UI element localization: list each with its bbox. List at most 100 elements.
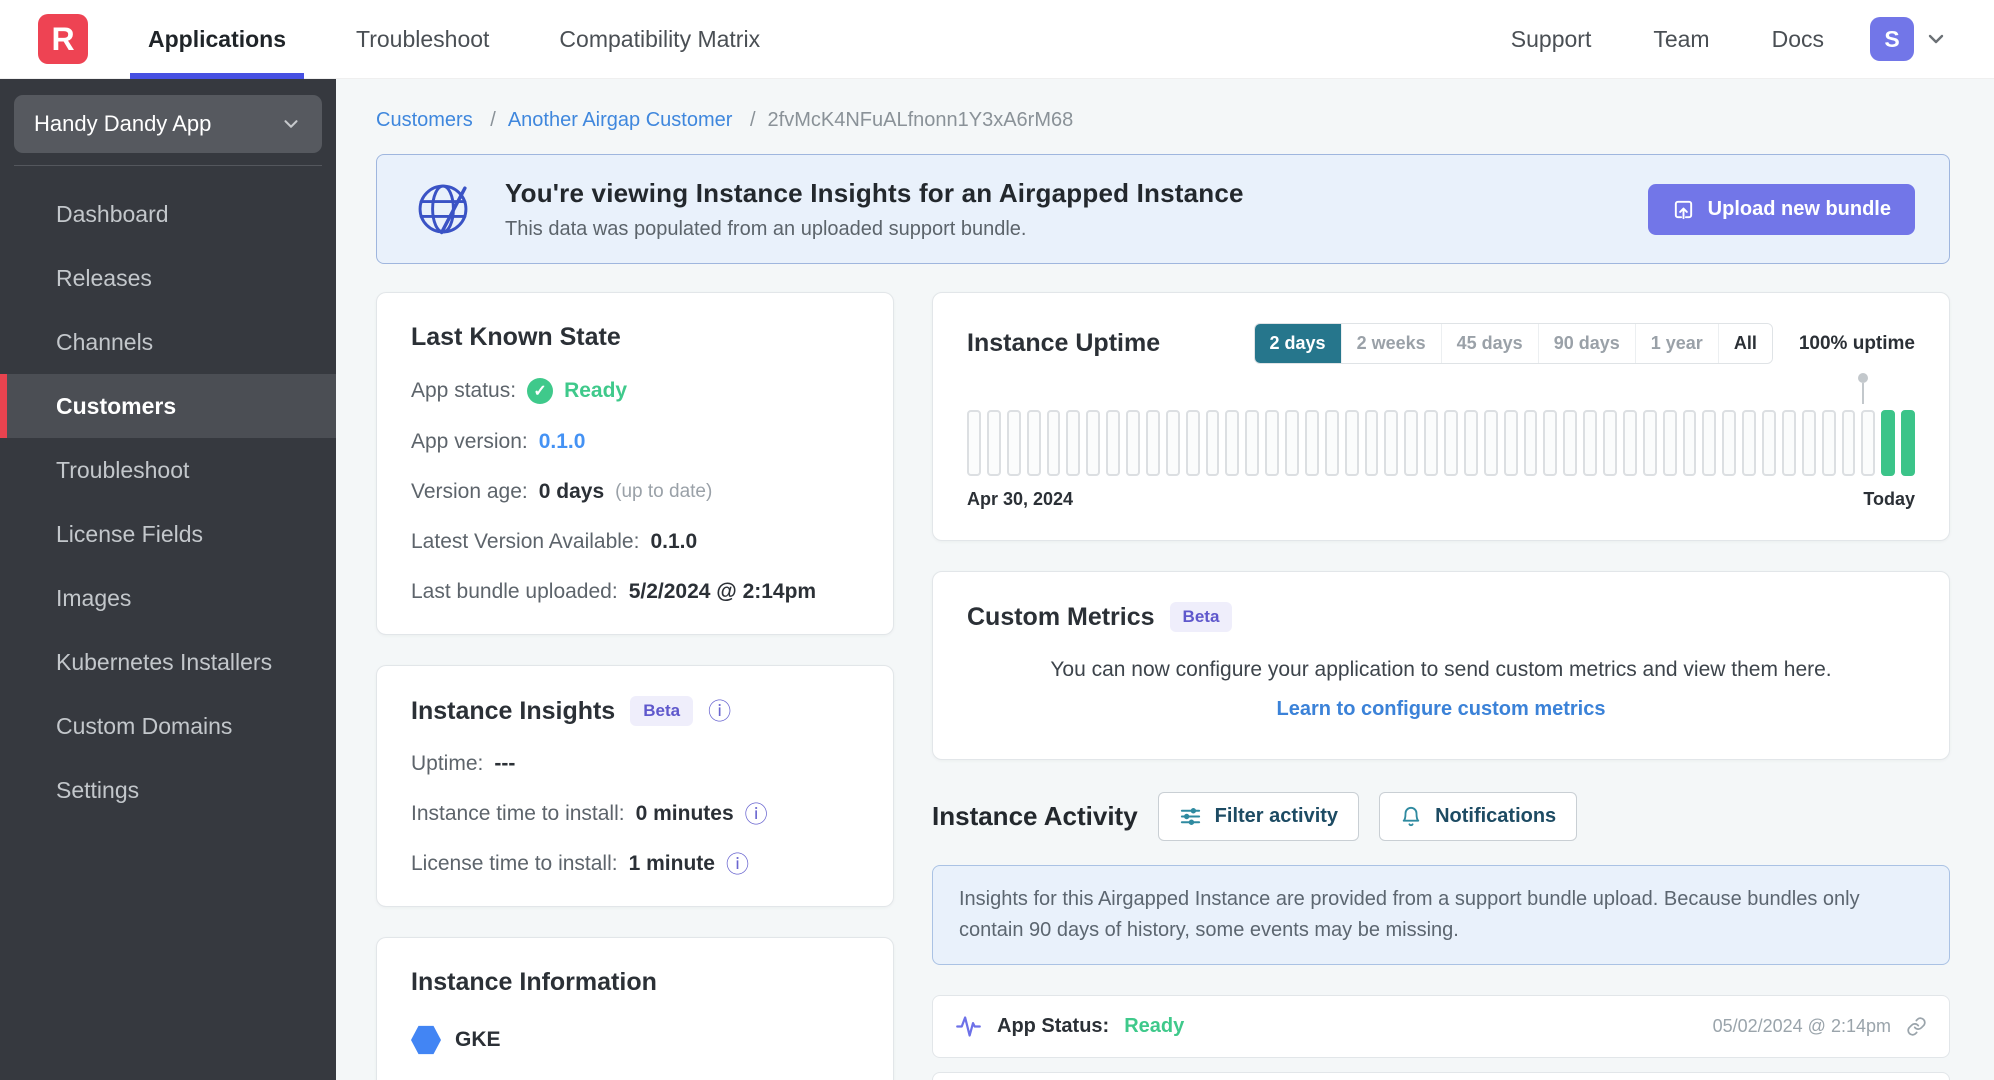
uptime-bar[interactable] <box>1662 410 1677 476</box>
info-icon[interactable]: ⓘ <box>726 852 749 876</box>
row-value[interactable]: 0.1.0 <box>539 430 586 454</box>
uptime-bar[interactable] <box>1006 410 1021 476</box>
sidebar-item[interactable]: Customers <box>0 374 336 438</box>
time-range-pill[interactable]: 2 days <box>1254 324 1342 363</box>
sidebar-item[interactable]: Kubernetes Installers <box>0 630 336 694</box>
upload-new-bundle-button[interactable]: Upload new bundle <box>1647 183 1915 235</box>
nav-item[interactable]: Docs <box>1770 0 1826 79</box>
uptime-bar[interactable] <box>1205 410 1220 476</box>
row-value: 5/2/2024 @ 2:14pm <box>628 580 817 603</box>
uptime-bar[interactable] <box>1404 410 1419 476</box>
sidebar-item[interactable]: License Fields <box>0 502 336 566</box>
sidebar-item[interactable]: Channels <box>0 310 336 374</box>
uptime-bar[interactable] <box>1444 410 1458 476</box>
chevron-down-icon <box>280 113 302 135</box>
breadcrumb-item[interactable]: Customers <box>376 109 473 131</box>
replicated-logo[interactable]: R <box>38 14 88 64</box>
uptime-bar[interactable] <box>1742 410 1756 476</box>
nav-item[interactable]: Support <box>1509 0 1594 79</box>
breadcrumb-item[interactable]: Another Airgap Customer <box>478 109 732 131</box>
event-link-icon[interactable] <box>1906 1016 1927 1037</box>
uptime-bar[interactable] <box>1384 410 1399 476</box>
notifications-button[interactable]: Notifications <box>1379 792 1578 841</box>
uptime-bar[interactable] <box>1702 410 1717 476</box>
uptime-bar[interactable] <box>1503 410 1518 476</box>
uptime-bar[interactable] <box>1145 410 1160 476</box>
time-range-pill[interactable]: 45 days <box>1441 324 1539 363</box>
configure-custom-metrics-link[interactable]: Learn to configure custom metrics <box>967 698 1915 721</box>
top-nav: R Applications Troubleshoot Compatibilit… <box>0 0 1994 79</box>
time-range-pill[interactable]: 2 weeks <box>1341 324 1442 363</box>
uptime-bar[interactable] <box>1245 410 1260 476</box>
filter-sliders-icon <box>1179 805 1202 828</box>
instance-insights-rows: Uptime: --- Instance time to install: 0 … <box>411 752 859 876</box>
sidebar-item[interactable]: Custom Domains <box>0 694 336 758</box>
uptime-bar[interactable] <box>1901 410 1915 476</box>
uptime-bar[interactable] <box>1225 410 1240 476</box>
uptime-bar[interactable] <box>1821 410 1836 476</box>
uptime-bar[interactable] <box>1424 410 1438 476</box>
instance-information-rows: GKE v1.28.7-gke.1026000 <box>411 1025 859 1080</box>
uptime-bar[interactable] <box>1603 410 1617 476</box>
uptime-bar[interactable] <box>1126 410 1140 476</box>
uptime-bar[interactable] <box>1165 410 1180 476</box>
nav-item[interactable]: Compatibility Matrix <box>557 0 762 79</box>
uptime-bar[interactable] <box>1682 410 1697 476</box>
uptime-bar[interactable] <box>1185 410 1200 476</box>
uptime-bar[interactable] <box>1046 410 1061 476</box>
uptime-bar[interactable] <box>1483 410 1498 476</box>
row-label: Latest Version Available: <box>411 530 640 553</box>
uptime-bar[interactable] <box>1265 410 1279 476</box>
app-selector-dropdown[interactable]: Handy Dandy App <box>14 95 322 153</box>
uptime-bar[interactable] <box>1881 410 1896 476</box>
chevron-down-icon[interactable] <box>1924 27 1948 51</box>
filter-activity-button[interactable]: Filter activity <box>1157 792 1360 841</box>
user-avatar[interactable]: S <box>1870 17 1914 61</box>
last-known-state-rows: App status: ✓ Ready App version: 0.1.0 V… <box>411 378 859 604</box>
uptime-bar[interactable] <box>1543 410 1558 476</box>
time-range-pill[interactable]: 1 year <box>1635 324 1719 363</box>
uptime-bar[interactable] <box>1285 410 1299 476</box>
uptime-bar[interactable] <box>1861 410 1876 476</box>
uptime-bar[interactable] <box>1026 410 1041 476</box>
sidebar-item[interactable]: Troubleshoot <box>0 438 336 502</box>
uptime-bar[interactable] <box>1642 410 1657 476</box>
nav-item[interactable]: Team <box>1651 0 1711 79</box>
filter-button-label: Filter activity <box>1214 805 1339 827</box>
uptime-bar[interactable] <box>1086 410 1101 476</box>
uptime-bar[interactable] <box>986 410 1001 476</box>
beta-badge: Beta <box>630 696 694 726</box>
time-range-pill[interactable]: All <box>1718 324 1772 363</box>
uptime-bar[interactable] <box>1722 410 1737 476</box>
uptime-bar[interactable] <box>1106 410 1120 476</box>
uptime-bar[interactable] <box>1066 410 1081 476</box>
uptime-bar[interactable] <box>967 410 981 476</box>
sidebar-item[interactable]: Images <box>0 566 336 630</box>
nav-item[interactable]: Applications <box>129 0 305 79</box>
nav-item[interactable]: Troubleshoot <box>354 0 491 79</box>
app-shell: Handy Dandy App Dashboard Releases Chann… <box>0 79 1994 1080</box>
uptime-bar[interactable] <box>1622 410 1637 476</box>
uptime-bar[interactable] <box>1583 410 1597 476</box>
uptime-bar[interactable] <box>1781 410 1796 476</box>
primary-nav: Applications Troubleshoot Compatibility … <box>129 0 828 79</box>
main-content: Customers Another Airgap Customer 2fvMcK… <box>336 79 1994 1080</box>
info-icon[interactable]: ⓘ <box>708 699 731 723</box>
uptime-bar[interactable] <box>1463 410 1478 476</box>
uptime-bar[interactable] <box>1563 410 1578 476</box>
uptime-bar[interactable] <box>1344 410 1359 476</box>
uptime-bar[interactable] <box>1523 410 1538 476</box>
sidebar-item[interactable]: Dashboard <box>0 182 336 246</box>
uptime-bar[interactable] <box>1841 410 1856 476</box>
uptime-bar[interactable] <box>1762 410 1776 476</box>
uptime-bar[interactable] <box>1324 410 1339 476</box>
sidebar-item[interactable]: Releases <box>0 246 336 310</box>
uptime-bar[interactable] <box>1801 410 1816 476</box>
sidebar-item[interactable]: Settings <box>0 758 336 822</box>
instance-information-card: Instance Information GKE <box>376 937 894 1080</box>
uptime-bar[interactable] <box>1304 410 1319 476</box>
uptime-bar[interactable] <box>1364 410 1379 476</box>
row-label: App version: <box>411 430 528 453</box>
info-icon[interactable]: ⓘ <box>745 802 768 826</box>
time-range-pill[interactable]: 90 days <box>1538 324 1636 363</box>
